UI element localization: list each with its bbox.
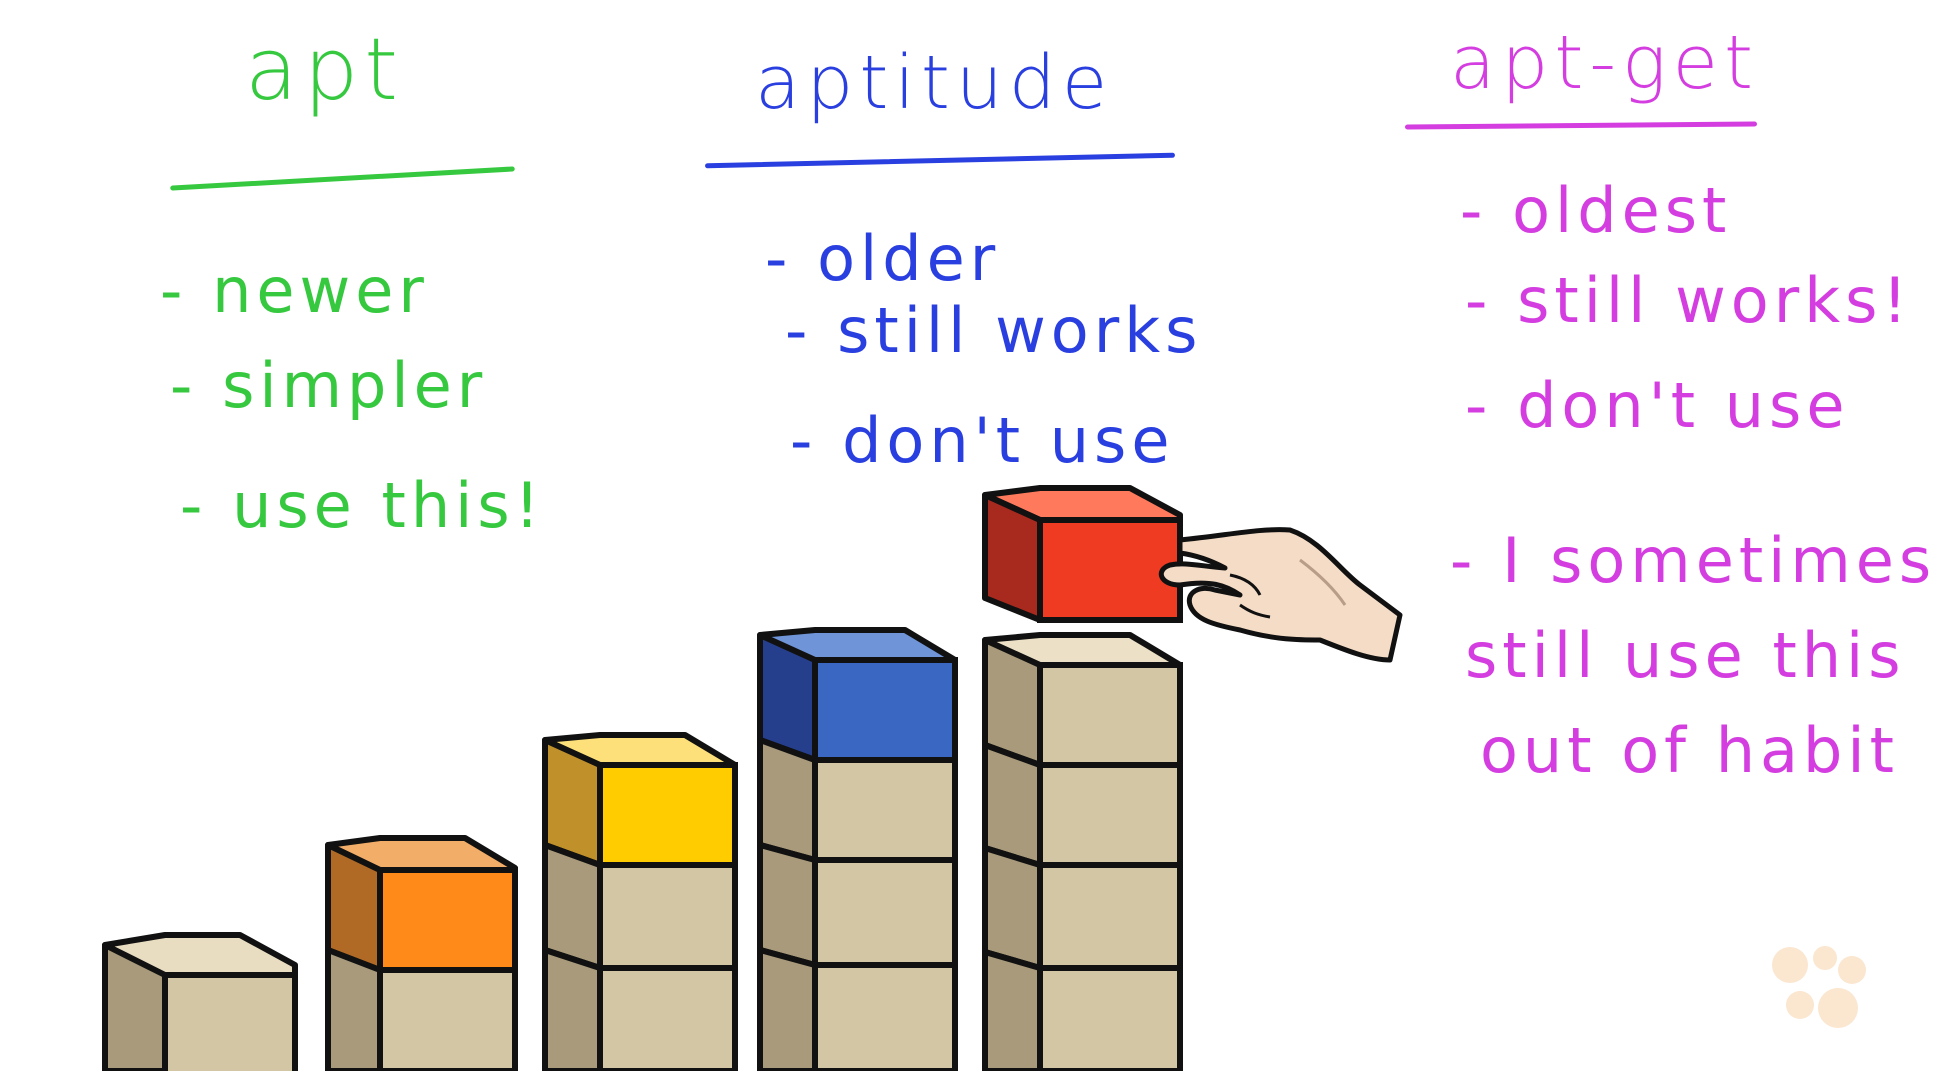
block-staircase-illustration	[102, 485, 1403, 1071]
stack-3	[542, 732, 738, 1071]
stack-5	[982, 632, 1183, 1071]
hand-icon	[1158, 527, 1403, 663]
stack-2	[325, 835, 518, 1071]
watermark-logo	[1772, 946, 1866, 1028]
stack-4	[757, 627, 958, 1071]
red-block	[982, 485, 1183, 623]
stack-1	[102, 932, 298, 1071]
